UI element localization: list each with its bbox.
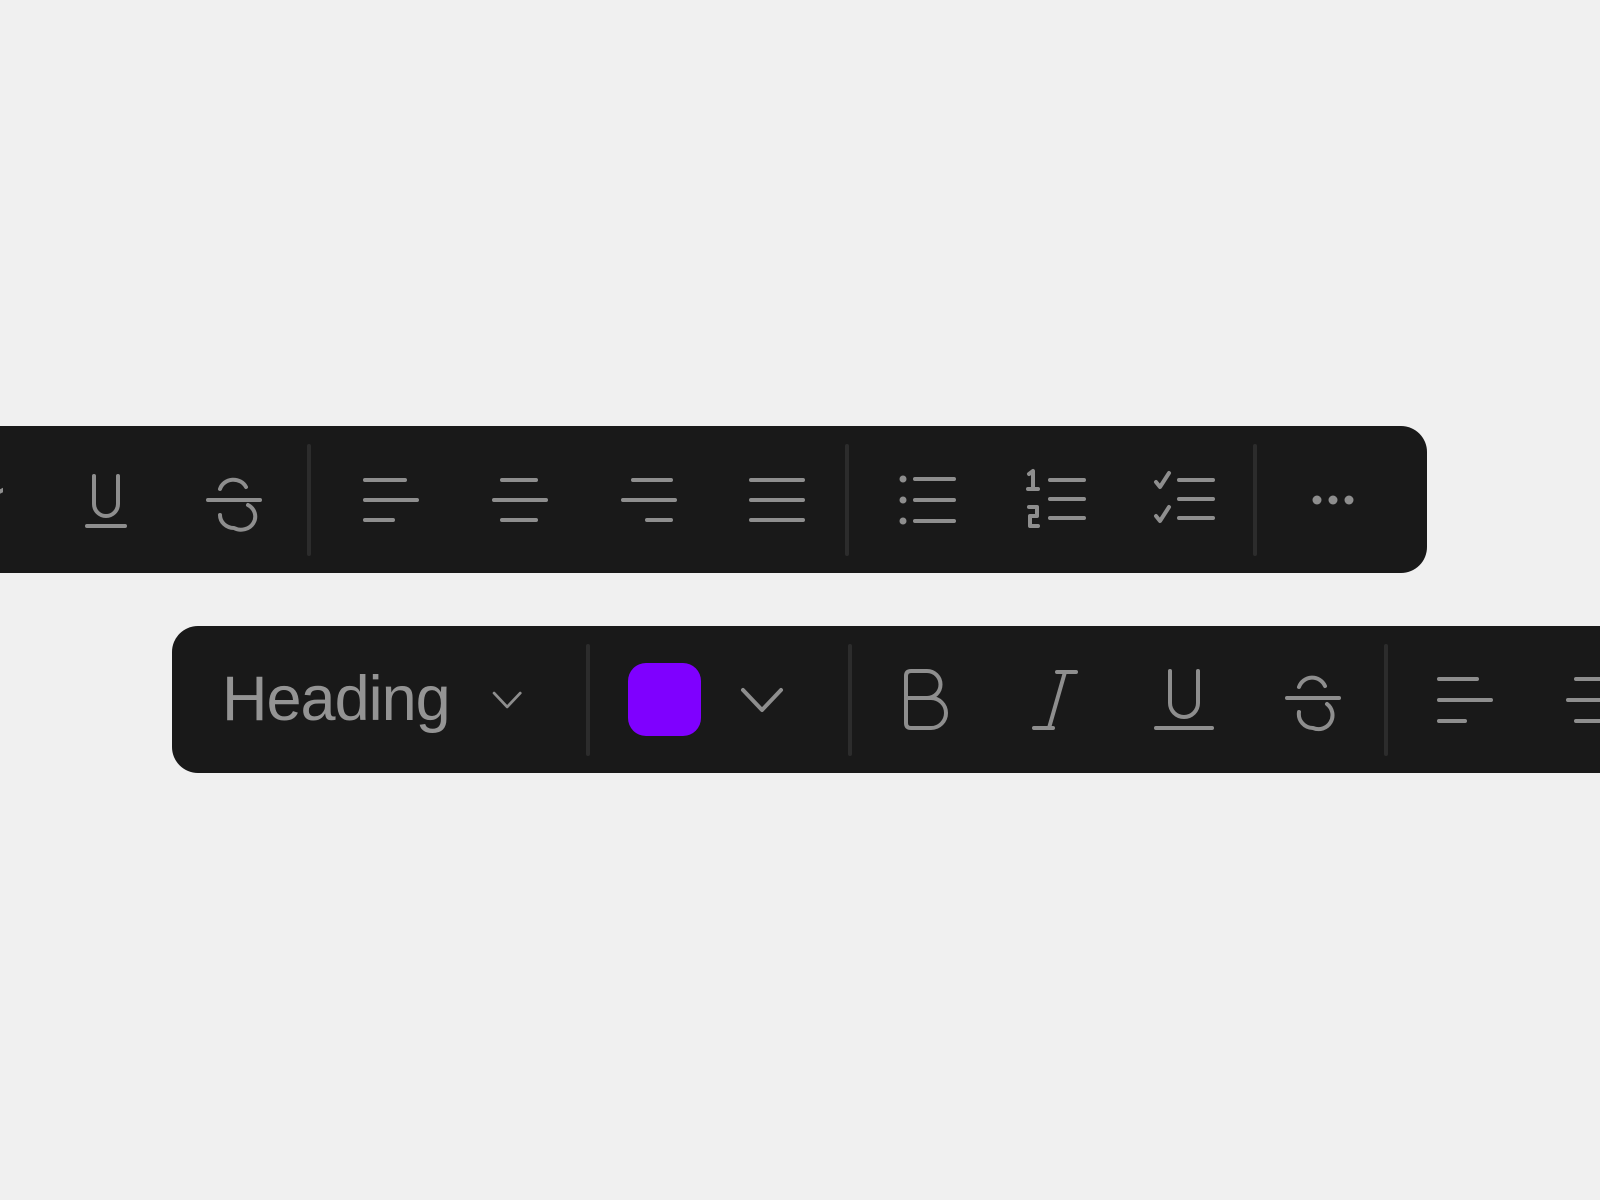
align-left-icon bbox=[1437, 676, 1493, 723]
checklist-button[interactable] bbox=[1140, 426, 1230, 573]
align-left-icon bbox=[363, 477, 419, 522]
strikethrough-icon bbox=[206, 477, 262, 532]
toolbar-divider bbox=[848, 644, 852, 756]
italic-button[interactable] bbox=[1013, 626, 1097, 773]
align-center-button[interactable] bbox=[1552, 626, 1600, 773]
toolbar-divider bbox=[586, 644, 590, 756]
underline-icon bbox=[85, 473, 127, 528]
align-center-button[interactable] bbox=[475, 426, 565, 573]
numbered-list-icon bbox=[1026, 468, 1086, 528]
bold-button[interactable] bbox=[884, 626, 968, 773]
align-center-icon bbox=[1566, 676, 1600, 723]
underline-icon bbox=[1154, 668, 1214, 730]
more-icon bbox=[1312, 495, 1354, 504]
bulleted-list-icon bbox=[899, 475, 956, 524]
align-left-button[interactable] bbox=[1423, 626, 1507, 773]
toolbar-divider bbox=[1253, 444, 1257, 556]
chevron-down-icon bbox=[492, 691, 522, 708]
underline-button[interactable] bbox=[66, 426, 146, 573]
text-style-value: Heading bbox=[222, 664, 451, 734]
italic-icon bbox=[1032, 669, 1078, 730]
italic-icon bbox=[0, 487, 3, 494]
strikethrough-icon bbox=[1285, 675, 1341, 731]
text-style-dropdown[interactable]: Heading bbox=[222, 626, 522, 773]
underline-button[interactable] bbox=[1142, 626, 1226, 773]
align-justify-icon bbox=[749, 477, 805, 522]
text-color-picker[interactable] bbox=[628, 626, 808, 773]
toolbar-divider bbox=[307, 444, 311, 556]
chevron-down-icon bbox=[741, 687, 783, 712]
color-swatch bbox=[628, 663, 701, 736]
checklist-icon bbox=[1154, 470, 1215, 523]
toolbar-divider bbox=[1384, 644, 1388, 756]
strikethrough-button[interactable] bbox=[194, 426, 274, 573]
align-right-button[interactable] bbox=[604, 426, 694, 573]
align-left-button[interactable] bbox=[346, 426, 436, 573]
align-center-icon bbox=[492, 477, 548, 522]
italic-button-partial[interactable] bbox=[0, 426, 8, 573]
align-justify-button[interactable] bbox=[732, 426, 822, 573]
formatting-toolbar-top bbox=[0, 426, 1427, 573]
toolbar-divider bbox=[845, 444, 849, 556]
formatting-toolbar-bottom: Heading bbox=[172, 626, 1600, 773]
numbered-list-button[interactable] bbox=[1012, 426, 1102, 573]
align-right-icon bbox=[621, 477, 677, 522]
bulleted-list-button[interactable] bbox=[884, 426, 974, 573]
more-options-button[interactable] bbox=[1293, 426, 1373, 573]
strikethrough-button[interactable] bbox=[1271, 626, 1355, 773]
bold-icon bbox=[904, 668, 948, 730]
